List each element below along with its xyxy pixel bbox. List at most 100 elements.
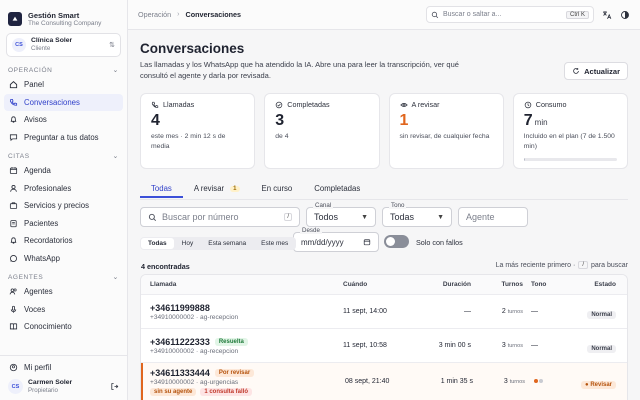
sidebar-item-agentes[interactable]: Agentes	[4, 283, 123, 301]
call-number: +34611333444	[150, 367, 210, 378]
tono-value: Todas	[390, 212, 415, 222]
stat-sub: este mes · 2 min 12 s de media	[151, 133, 226, 150]
chip-hoy[interactable]: Hoy	[175, 238, 201, 249]
chip-esta-semana[interactable]: Esta semana	[201, 238, 253, 249]
search-icon	[148, 213, 157, 221]
col-cuando[interactable]: Cuándo	[343, 281, 413, 288]
col-llamada[interactable]: Llamada	[141, 281, 343, 288]
stat-card-llamadas: Llamadas 4 este mes · 2 min 12 s de medi…	[140, 93, 256, 169]
number-search-input[interactable]: Buscar por número /	[140, 207, 300, 227]
sidebar-item-pacientes[interactable]: Pacientes	[4, 215, 123, 233]
theme-icon[interactable]	[620, 10, 630, 20]
table-row[interactable]: +34611999888 +34910000002 · ag-recepcion…	[141, 295, 627, 329]
sidebar-item-label: Preguntar a tus datos	[24, 132, 99, 142]
status-badge: Normal	[587, 344, 616, 353]
sidebar-item-avisos[interactable]: Avisos	[4, 111, 123, 129]
sidebar-item-whatsapp[interactable]: WhatsApp	[4, 250, 123, 268]
brand-name: Gestión Smart	[28, 10, 80, 20]
sidebar-item-servicios[interactable]: Servicios y precios	[4, 197, 123, 215]
table-header: Llamada Cuándo Duración Turnos Tono Esta…	[141, 275, 627, 295]
call-meta: +34910000002 · ag-recepcion	[150, 313, 239, 321]
call-turns: 2 turnos	[471, 308, 523, 315]
desde-date-input[interactable]: Desde mm/dd/yyyy	[293, 227, 379, 252]
sidebar-item-recordatorios[interactable]: Recordatorios	[4, 232, 123, 250]
user-avatar: CS	[8, 379, 23, 394]
canal-value: Todos	[314, 212, 339, 222]
sidebar-item-label: Panel	[24, 80, 44, 90]
tab-revisar[interactable]: A revisar 1	[183, 181, 251, 198]
section-agentes[interactable]: AGENTES ⌄	[0, 271, 127, 283]
breadcrumb-operacion[interactable]: Operación	[138, 10, 171, 19]
chevron-updown-icon: ⇅	[109, 42, 115, 49]
sidebar-item-preguntar[interactable]: Preguntar a tus datos	[4, 129, 123, 147]
refresh-button[interactable]: Actualizar	[564, 62, 628, 80]
sidebar-item-label: Voces	[24, 304, 46, 314]
microphone-icon	[10, 305, 17, 313]
book-icon	[9, 323, 18, 330]
col-turnos[interactable]: Turnos	[471, 281, 523, 288]
stat-label: A revisar	[411, 100, 440, 109]
agente-placeholder: Agente	[466, 212, 495, 222]
sidebar-item-profesionales[interactable]: Profesionales	[4, 180, 123, 198]
sidebar-item-conocimiento[interactable]: Conocimiento	[4, 318, 123, 336]
table-row[interactable]: +34611333444 Por revisar +34910000002 · a…	[141, 363, 627, 400]
global-search-input[interactable]: Buscar o saltar a... Ctrl K	[426, 6, 594, 23]
sidebar-item-agenda[interactable]: Agenda	[4, 162, 123, 180]
col-tono[interactable]: Tono	[523, 281, 563, 288]
stat-label: Consumo	[535, 100, 567, 109]
sidebar-item-perfil[interactable]: Mi perfil	[4, 359, 123, 377]
calendar-icon	[9, 167, 18, 175]
status-tabs: Todas A revisar 1 En curso Completadas	[140, 181, 371, 198]
search-icon	[431, 11, 439, 18]
sidebar-item-label: Recordatorios	[24, 236, 73, 246]
table-row[interactable]: +34611222333 Resuelta +34910000002 · ag-r…	[141, 329, 627, 363]
tono-select[interactable]: Tono Todas ▼	[382, 202, 452, 227]
sort-shortcut: /	[578, 261, 589, 269]
solo-fallos-toggle[interactable]	[384, 235, 409, 248]
sidebar-item-label: Agentes	[24, 287, 53, 297]
status-badge: Normal	[587, 310, 616, 319]
call-when: 11 sept, 10:58	[343, 342, 387, 349]
agente-input[interactable]: Agente	[458, 207, 528, 227]
stat-value: 4	[151, 112, 160, 129]
call-duration: 3 min 00 s	[438, 342, 471, 349]
tab-label: Completadas	[314, 184, 361, 193]
tone-dot	[539, 379, 543, 383]
col-estado[interactable]: Estado	[563, 281, 627, 288]
logout-icon[interactable]	[110, 382, 119, 391]
section-operacion[interactable]: OPERACIÓN ⌄	[0, 64, 127, 76]
sort-hint: La más reciente primero · / para buscar	[496, 261, 628, 269]
sidebar-footer: Mi perfil CS Carmen Soler Propietario	[0, 355, 127, 400]
call-turns: 3 turnos	[473, 378, 525, 385]
chevron-down-icon: ⌄	[112, 274, 119, 281]
tab-label: Todas	[151, 184, 172, 193]
call-number: +34611222333	[150, 336, 210, 347]
sidebar-item-voces[interactable]: Voces	[4, 301, 123, 319]
sidebar-item-conversaciones[interactable]: Conversaciones	[4, 93, 123, 111]
tab-completadas[interactable]: Completadas	[303, 181, 371, 198]
section-citas[interactable]: CITAS ⌄	[0, 150, 127, 162]
chevron-down-icon: ⌄	[112, 153, 119, 160]
canal-label: Canal	[313, 202, 334, 209]
brand[interactable]: Gestión Smart The Consulting Company	[0, 0, 127, 30]
status-badge: ● Revisar	[581, 380, 616, 389]
stat-sub: de 4	[275, 133, 289, 140]
chip-todas[interactable]: Todas	[141, 238, 174, 249]
canal-select[interactable]: Canal Todos ▼	[306, 202, 376, 227]
sidebar: Gestión Smart The Consulting Company CS …	[0, 0, 128, 400]
client-switcher[interactable]: CS Clínica Soler Cliente ⇅	[6, 33, 121, 57]
stat-value-number: 7	[523, 112, 533, 129]
sidebar-item-panel[interactable]: Panel	[4, 76, 123, 94]
tone-dot	[534, 379, 538, 383]
client-avatar: CS	[12, 38, 26, 52]
sidebar-item-label: Servicios y precios	[24, 201, 89, 211]
tab-count-badge: 1	[230, 185, 240, 192]
col-duracion[interactable]: Duración	[413, 281, 471, 288]
tab-todas[interactable]: Todas	[140, 181, 183, 198]
translate-icon[interactable]	[602, 10, 612, 20]
tag-consulta-fallo: 1 consulta falló	[200, 387, 253, 396]
tab-en-curso[interactable]: En curso	[251, 181, 304, 198]
chip-este-mes[interactable]: Este mes	[254, 238, 295, 249]
stat-value: 7 min	[524, 112, 617, 130]
user-icon	[10, 184, 17, 192]
